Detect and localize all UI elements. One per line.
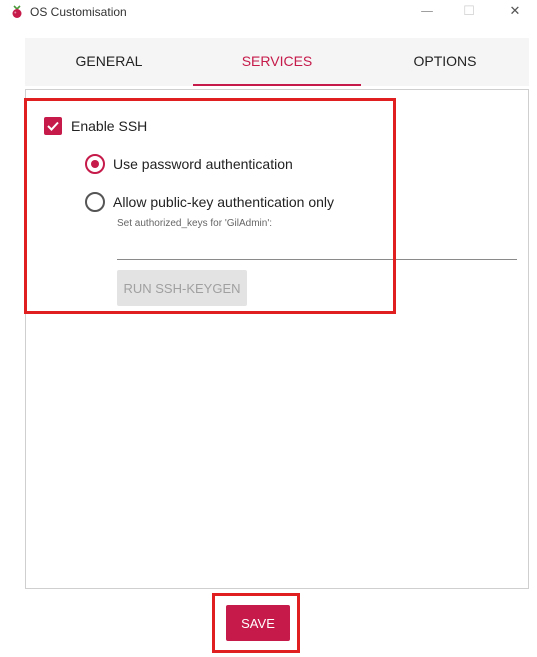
- raspberry-pi-icon: [12, 5, 22, 18]
- active-tab-indicator: [193, 84, 361, 86]
- check-icon: [47, 121, 59, 131]
- authorized-keys-input[interactable]: [117, 232, 517, 260]
- close-icon[interactable]: ✕: [500, 2, 530, 22]
- tab-general[interactable]: GENERAL: [25, 38, 193, 86]
- radio-selected-dot: [91, 160, 99, 168]
- tab-services[interactable]: SERVICES: [193, 38, 361, 86]
- enable-ssh-checkbox[interactable]: [44, 117, 62, 135]
- tab-bar: GENERAL SERVICES OPTIONS: [25, 38, 529, 86]
- password-auth-label[interactable]: Use password authentication: [113, 156, 293, 172]
- save-button[interactable]: SAVE: [226, 605, 290, 641]
- tab-options[interactable]: OPTIONS: [361, 38, 529, 86]
- authorized-keys-label: Set authorized_keys for 'GilAdmin':: [117, 218, 272, 229]
- public-key-auth-label[interactable]: Allow public-key authentication only: [113, 194, 334, 210]
- run-ssh-keygen-button[interactable]: RUN SSH-KEYGEN: [117, 270, 247, 306]
- public-key-auth-radio[interactable]: [85, 192, 105, 212]
- minimize-icon[interactable]: —: [412, 2, 442, 22]
- window-title: OS Customisation: [30, 5, 127, 19]
- enable-ssh-label[interactable]: Enable SSH: [71, 118, 147, 134]
- maximize-icon[interactable]: ☐: [454, 2, 484, 22]
- title-bar: OS Customisation — ☐ ✕: [0, 0, 537, 24]
- password-auth-radio[interactable]: [85, 154, 105, 174]
